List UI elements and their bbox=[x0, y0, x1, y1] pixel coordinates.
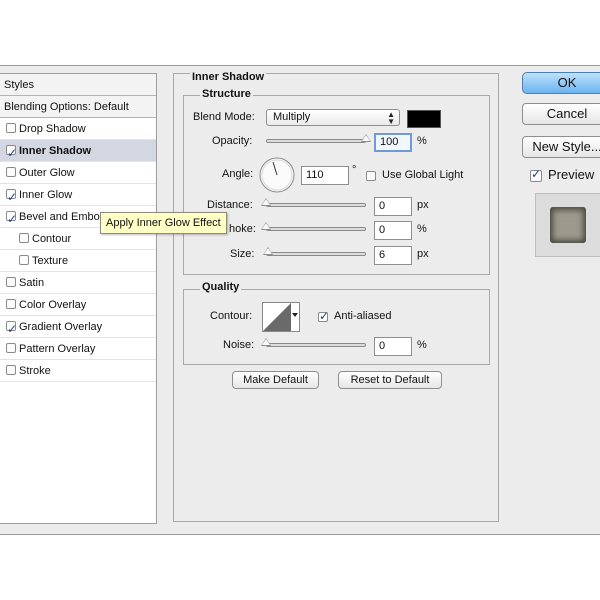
style-item-label: Bevel and Embo bbox=[19, 211, 100, 223]
opacity-field[interactable]: 100 bbox=[374, 133, 412, 152]
style-item-inner-shadow[interactable]: Inner Shadow bbox=[0, 140, 156, 164]
pattern-overlay-checkbox[interactable] bbox=[6, 343, 16, 353]
noise-field[interactable]: 0 bbox=[374, 337, 412, 356]
style-item-label: Stroke bbox=[19, 365, 51, 377]
style-item-label: Color Overlay bbox=[19, 299, 87, 311]
distance-unit: px bbox=[417, 199, 429, 211]
blend-mode-label: Blend Mode: bbox=[193, 111, 255, 123]
blend-mode-select[interactable]: Multiply ▲ ▼ bbox=[266, 109, 400, 126]
layer-style-dialog: Styles Blending Options: Default Drop Sh… bbox=[0, 65, 600, 535]
preview-thumbnail bbox=[535, 193, 600, 257]
up-down-arrows-icon: ▲ ▼ bbox=[387, 110, 395, 126]
opacity-slider[interactable] bbox=[266, 139, 366, 143]
choke-slider-thumb[interactable] bbox=[261, 222, 271, 230]
styles-list: Styles Blending Options: Default Drop Sh… bbox=[0, 73, 157, 524]
size-label: Size: bbox=[230, 248, 255, 260]
ok-button[interactable]: OK bbox=[522, 72, 600, 94]
style-item-label: Texture bbox=[32, 255, 69, 267]
size-slider[interactable] bbox=[266, 252, 366, 256]
use-global-light-checkbox[interactable] bbox=[366, 171, 376, 181]
size-unit: px bbox=[417, 248, 429, 260]
use-global-light-label: Use Global Light bbox=[382, 169, 464, 181]
style-item-label: Gradient Overlay bbox=[19, 321, 103, 333]
anti-aliased-checkbox[interactable] bbox=[318, 309, 329, 323]
size-slider-thumb[interactable] bbox=[263, 247, 274, 255]
opacity-unit: % bbox=[417, 135, 427, 147]
choke-slider[interactable] bbox=[266, 227, 366, 231]
noise-slider[interactable] bbox=[266, 343, 366, 347]
style-item-label: Contour bbox=[32, 233, 72, 245]
blending-options-item[interactable]: Blending Options: Default bbox=[0, 96, 156, 118]
opacity-label: Opacity: bbox=[212, 135, 253, 147]
preview-label: Preview bbox=[548, 167, 595, 182]
contour-label: Contour: bbox=[210, 310, 253, 322]
distance-label: Distance: bbox=[207, 199, 253, 211]
shadow-color-swatch[interactable] bbox=[407, 110, 441, 128]
outer-glow-checkbox[interactable] bbox=[6, 167, 16, 177]
preview-swatch bbox=[550, 207, 586, 243]
noise-label: Noise: bbox=[223, 339, 255, 351]
angle-dial-icon[interactable] bbox=[259, 157, 295, 193]
preview-checkbox[interactable] bbox=[530, 167, 542, 182]
contour-curve-icon[interactable] bbox=[262, 302, 300, 332]
inner-glow-checkbox[interactable] bbox=[6, 186, 17, 208]
quality-legend: Quality bbox=[200, 280, 242, 294]
panel-title: Inner Shadow bbox=[190, 70, 267, 84]
color-overlay-checkbox[interactable] bbox=[6, 299, 16, 309]
style-item-label: Pattern Overlay bbox=[19, 343, 96, 355]
style-item-texture[interactable]: Texture bbox=[0, 250, 156, 272]
bevel-emboss-checkbox[interactable] bbox=[6, 208, 17, 230]
style-item-label: Satin bbox=[19, 277, 45, 289]
gradient-overlay-checkbox[interactable] bbox=[6, 318, 17, 340]
choke-field[interactable]: 0 bbox=[374, 221, 412, 240]
distance-slider[interactable] bbox=[266, 203, 366, 207]
style-item-label: Inner Shadow bbox=[19, 145, 92, 157]
style-item-label: Drop Shadow bbox=[19, 123, 86, 135]
style-item-satin[interactable]: Satin bbox=[0, 272, 156, 294]
style-item-label: Inner Glow bbox=[19, 189, 73, 201]
quality-group bbox=[183, 289, 490, 365]
reset-to-default-button[interactable]: Reset to Default bbox=[338, 371, 442, 389]
choke-unit: % bbox=[417, 223, 427, 235]
style-item-outer-glow[interactable]: Outer Glow bbox=[0, 162, 156, 184]
texture-checkbox[interactable] bbox=[19, 255, 29, 265]
noise-slider-thumb[interactable] bbox=[261, 338, 271, 346]
make-default-button[interactable]: Make Default bbox=[232, 371, 319, 389]
style-item-stroke[interactable]: Stroke bbox=[0, 360, 156, 382]
style-item-inner-glow[interactable]: Inner Glow bbox=[0, 184, 156, 208]
angle-field[interactable]: 110 bbox=[301, 166, 349, 185]
drop-shadow-checkbox[interactable] bbox=[6, 123, 16, 133]
inner-shadow-checkbox[interactable] bbox=[6, 142, 17, 164]
contour-checkbox[interactable] bbox=[19, 233, 29, 243]
distance-field[interactable]: 0 bbox=[374, 197, 412, 216]
new-style-button[interactable]: New Style... bbox=[522, 136, 600, 158]
style-item-drop-shadow[interactable]: Drop Shadow bbox=[0, 118, 156, 140]
noise-unit: % bbox=[417, 339, 427, 351]
style-item-color-overlay[interactable]: Color Overlay bbox=[0, 294, 156, 316]
size-field[interactable]: 6 bbox=[374, 246, 412, 265]
style-item-pattern-overlay[interactable]: Pattern Overlay bbox=[0, 338, 156, 360]
opacity-slider-thumb[interactable] bbox=[361, 134, 371, 142]
angle-label: Angle: bbox=[222, 168, 254, 180]
distance-slider-thumb[interactable] bbox=[261, 198, 271, 206]
stroke-checkbox[interactable] bbox=[6, 365, 16, 375]
cancel-button[interactable]: Cancel bbox=[522, 103, 600, 125]
style-item-label: Outer Glow bbox=[19, 167, 75, 179]
satin-checkbox[interactable] bbox=[6, 277, 16, 287]
structure-legend: Structure bbox=[200, 87, 253, 101]
blend-mode-value: Multiply bbox=[273, 111, 311, 123]
angle-unit: ° bbox=[352, 164, 357, 176]
anti-aliased-label: Anti-aliased bbox=[334, 310, 392, 322]
styles-header[interactable]: Styles bbox=[0, 74, 156, 96]
style-item-gradient-overlay[interactable]: Gradient Overlay bbox=[0, 316, 156, 340]
tooltip: Apply Inner Glow Effect bbox=[100, 212, 227, 234]
choke-label: hoke: bbox=[229, 223, 256, 235]
